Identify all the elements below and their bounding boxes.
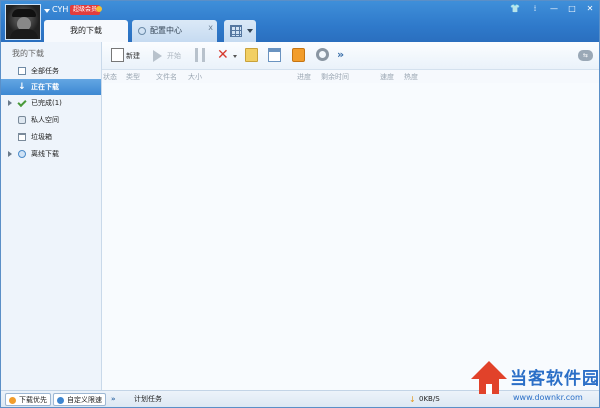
sidebar-item-label: 离线下载 (31, 150, 59, 158)
grid-icon (230, 25, 242, 37)
sidebar-item-label: 全部任务 (31, 67, 59, 75)
app-grid-button[interactable] (224, 20, 256, 42)
maximize-icon[interactable]: □ (564, 4, 580, 13)
delete-button[interactable]: ✕ (217, 48, 239, 64)
custom-speed-limit-button[interactable]: 自定义限速 (53, 393, 106, 406)
pause-icon (195, 48, 205, 62)
vip-dot-icon (96, 6, 102, 12)
title-bar: CYH 超级会员 我的下载 配置中心 x 👕 ⁞ — □ ✕ (1, 1, 599, 42)
sidebar-title: 我的下载 (12, 49, 44, 58)
play-icon (153, 50, 162, 62)
column-remaining-time[interactable]: 剩余时间 (321, 72, 349, 82)
expand-arrow-icon[interactable] (8, 100, 12, 106)
priority-icon (9, 397, 16, 404)
gear-icon (316, 48, 329, 61)
scheduled-tasks-button[interactable]: 计划任务 (134, 393, 162, 406)
toolbar: 新建 开始 ✕ » ⇆ (102, 42, 599, 70)
watermark-house-icon (471, 361, 507, 379)
tab-my-downloads[interactable]: 我的下载 (44, 20, 128, 42)
column-status[interactable]: 状态 (103, 72, 117, 82)
app-window: CYH 超级会员 我的下载 配置中心 x 👕 ⁞ — □ ✕ 我的下载 全部任务… (0, 0, 600, 408)
user-menu-arrow-icon[interactable] (44, 9, 50, 13)
watermark-url: www.downkr.com (513, 393, 583, 402)
column-type[interactable]: 类型 (126, 72, 140, 82)
column-header: 状态 类型 文件名 大小 进度 剩余时间 速度 热度 (102, 70, 599, 83)
sidebar-item-completed[interactable]: 已完成(1) (1, 95, 101, 111)
column-size[interactable]: 大小 (188, 72, 202, 82)
column-heat[interactable]: 热度 (404, 72, 418, 82)
view-toggle-icon[interactable]: ⇆ (578, 50, 593, 61)
watermark-house-door (486, 384, 492, 394)
new-file-icon (111, 48, 124, 62)
download-arrow-icon: ↓ (18, 82, 26, 92)
card-icon (268, 48, 281, 62)
sidebar-item-label: 私人空间 (31, 116, 59, 124)
status-bar: 下载优先 自定义限速 » 计划任务 ↓ 0KB/S (1, 390, 599, 407)
start-label: 开始 (167, 52, 181, 60)
sidebar-item-label: 正在下载 (31, 83, 59, 91)
sidebar-item-label: 已完成(1) (31, 99, 62, 107)
sidebar-item-label: 垃圾箱 (31, 133, 52, 141)
sidebar-item-private-space[interactable]: 私人空间 (1, 112, 101, 128)
column-filename[interactable]: 文件名 (156, 72, 177, 82)
chevron-down-icon (247, 29, 253, 33)
download-priority-button[interactable]: 下载优先 (5, 393, 51, 406)
download-speed: 0KB/S (419, 395, 440, 403)
menu-icon[interactable]: ⁞ (527, 4, 543, 13)
task-list[interactable] (102, 83, 599, 390)
username[interactable]: CYH (52, 5, 68, 14)
expand-arrow-icon[interactable] (8, 151, 12, 157)
pause-button[interactable] (195, 48, 209, 64)
offline-icon (18, 150, 26, 158)
trash-icon (18, 133, 26, 141)
custom-speed-label: 自定义限速 (67, 396, 102, 404)
tab-label: 配置中心 (150, 26, 182, 35)
watermark-brand: 当客软件园 (510, 369, 600, 389)
priority-label: 下载优先 (19, 396, 47, 404)
more-tools-button[interactable]: » (337, 48, 347, 64)
sidebar-item-trash[interactable]: 垃圾箱 (1, 129, 101, 145)
settings-button[interactable] (316, 48, 330, 64)
download-speed-icon: ↓ (409, 395, 416, 404)
new-task-button[interactable]: 新建 (111, 48, 145, 64)
new-label: 新建 (126, 52, 140, 60)
column-speed[interactable]: 速度 (380, 72, 394, 82)
delete-icon: ✕ (217, 47, 229, 63)
config-gear-icon (138, 27, 146, 35)
tab-close-icon[interactable]: x (208, 17, 213, 39)
tab-label: 我的下载 (70, 26, 102, 35)
tab-config-center[interactable]: 配置中心 x (132, 20, 217, 42)
folder-icon (245, 48, 258, 62)
sidebar-item-all-tasks[interactable]: 全部任务 (1, 63, 101, 79)
more-options-icon[interactable]: » (111, 393, 116, 406)
sidebar-item-offline-download[interactable]: 离线下载 (1, 146, 101, 162)
sidebar: 我的下载 全部任务 ↓ 正在下载 已完成(1) 私人空间 垃圾箱 离线下载 (1, 42, 102, 390)
close-icon[interactable]: ✕ (582, 4, 598, 13)
column-progress[interactable]: 进度 (297, 72, 311, 82)
check-icon (17, 97, 27, 108)
skin-icon[interactable]: 👕 (507, 4, 523, 13)
start-button[interactable]: 开始 (153, 48, 187, 64)
sidebar-item-downloading[interactable]: ↓ 正在下载 (1, 79, 101, 95)
open-folder-button[interactable] (245, 48, 259, 64)
speed-limit-icon (57, 397, 64, 404)
avatar[interactable] (5, 4, 41, 40)
task-info-button[interactable] (268, 48, 282, 64)
lock-icon (18, 116, 26, 124)
download-manager-button[interactable] (292, 48, 306, 64)
double-chevron-icon: » (337, 48, 345, 61)
document-icon (18, 67, 26, 75)
download-box-icon (292, 48, 305, 62)
chevron-down-icon[interactable] (233, 55, 237, 58)
minimize-icon[interactable]: — (546, 4, 562, 13)
